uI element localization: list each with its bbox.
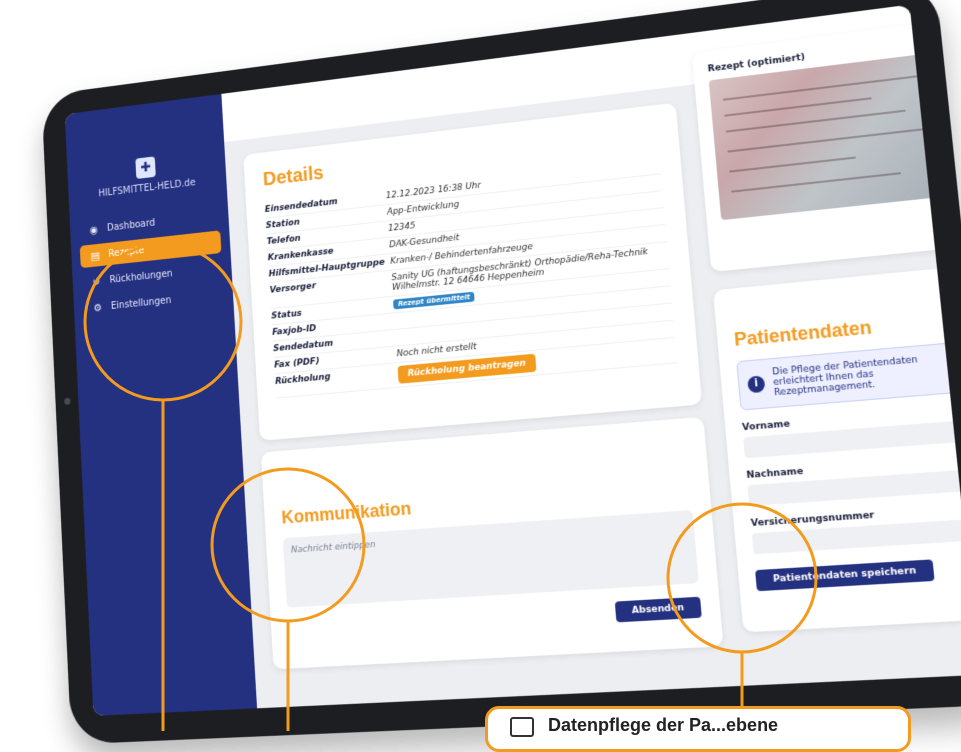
callout-box: Datenpflege der Pa...ebene — [485, 706, 911, 752]
callout-text: Datenpflege der Pa...ebene — [548, 715, 779, 735]
screen-icon — [510, 717, 534, 737]
highlight-circle-sidebar — [83, 242, 243, 402]
annotation-overlay — [83, 242, 818, 731]
highlight-circle-patient — [666, 502, 818, 654]
highlight-circle-kommunikation — [210, 467, 366, 623]
